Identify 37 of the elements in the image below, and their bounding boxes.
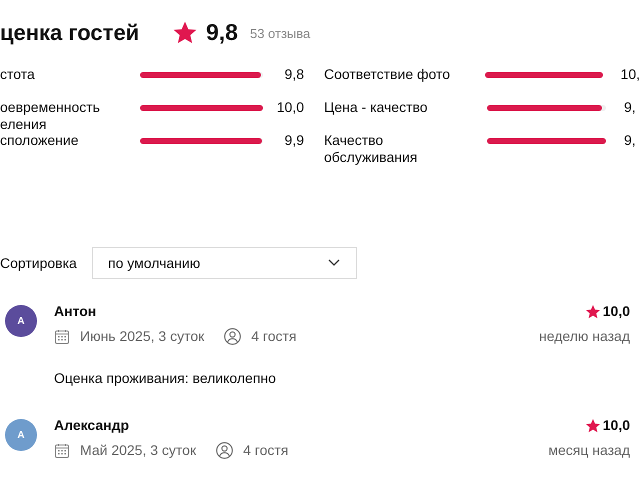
star-icon [172, 20, 198, 46]
sort-label: Сортировка [0, 254, 78, 273]
guest-count: 4 гостя [251, 327, 297, 346]
reviewer-name: Александр [54, 416, 130, 435]
stay-dates: Май 2025, 3 суток [80, 441, 196, 460]
user-icon [216, 442, 234, 459]
overall-rating: 9,8 [206, 18, 238, 47]
metric-score: 9,9 [284, 132, 304, 149]
metric-score: 10, [620, 66, 640, 83]
review-date: неделю назад [539, 327, 630, 346]
avatar: А [5, 419, 37, 451]
sort-dropdown[interactable]: по умолчанию [92, 247, 357, 279]
review-count: 53 отзыва [250, 25, 310, 44]
metric-score: 9,8 [284, 66, 304, 83]
stay-dates: Июнь 2025, 3 суток [80, 327, 204, 346]
metric-label: Цена - качество [324, 99, 429, 116]
metric-score: 10,0 [276, 99, 304, 116]
star-icon [584, 418, 601, 434]
chevron-down-icon [328, 259, 340, 267]
metric-label: Качество обслуживания [324, 132, 418, 166]
avatar: А [5, 305, 37, 337]
calendar-icon [54, 328, 70, 344]
calendar-icon [54, 442, 70, 458]
reviewer-name: Антон [54, 302, 96, 321]
metric-score: 9, [624, 132, 636, 149]
metric-label: стота [0, 66, 36, 83]
review-text: Оценка проживания: великолепно [54, 369, 277, 388]
metric-score: 9, [624, 99, 636, 116]
review-date: месяц назад [548, 441, 630, 460]
review-rating: 10,0 [602, 416, 630, 435]
review-rating: 10,0 [602, 302, 630, 321]
section-title: ценка гостей [0, 18, 140, 46]
star-icon [584, 304, 601, 320]
guest-count: 4 гостя [243, 441, 288, 460]
metric-label: сположение [0, 132, 80, 149]
user-icon [224, 328, 242, 345]
metric-label: Соответствие фото [324, 66, 452, 83]
